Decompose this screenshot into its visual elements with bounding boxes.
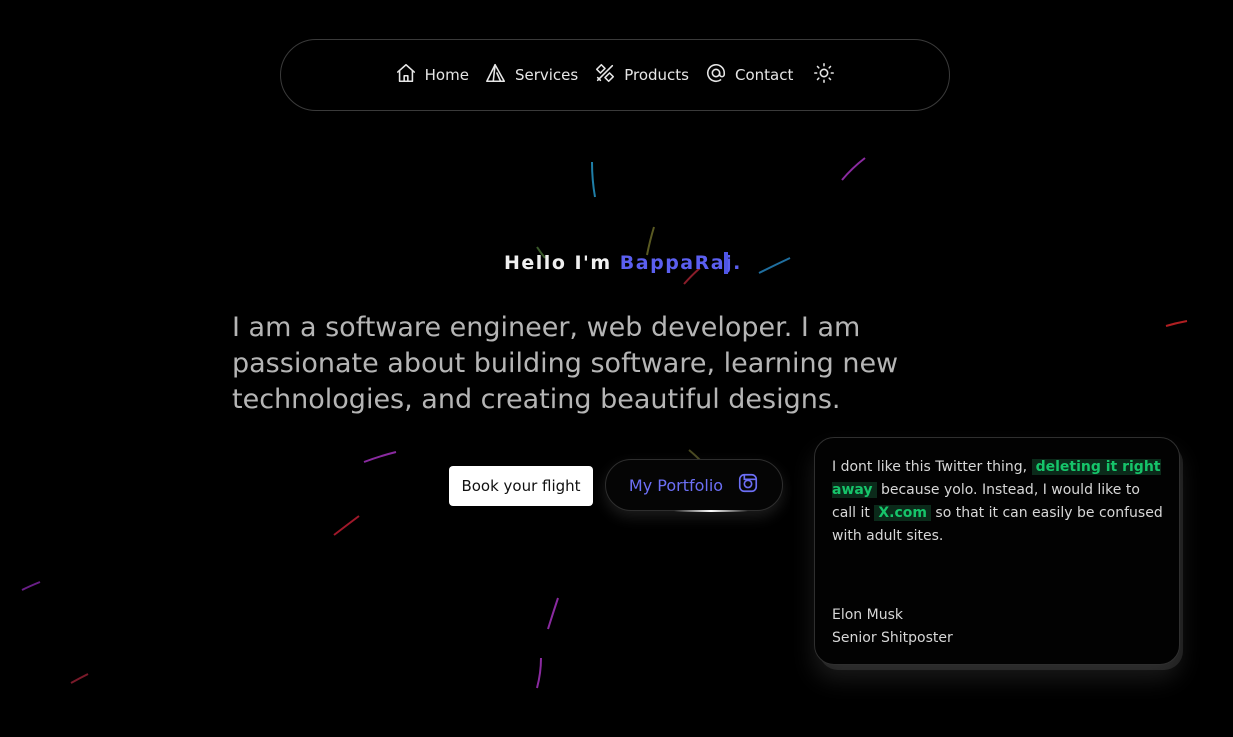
home-icon [395, 62, 417, 88]
instagram-icon [737, 472, 759, 498]
nav-item-label: Contact [734, 66, 794, 84]
quote-highlight: X.com [874, 505, 931, 521]
quote-author-role: Senior Shitposter [832, 630, 953, 646]
nav-item-label: Services [514, 66, 579, 84]
portfolio-button-label: My Portfolio [628, 475, 724, 495]
tools-icon [594, 62, 616, 88]
theme-toggle-button[interactable] [813, 62, 835, 88]
quote-author-name: Elon Musk [832, 607, 903, 623]
triangles-icon [485, 62, 507, 88]
quote-part: I dont like this Twitter thing, [832, 459, 1032, 475]
nav-item-contact[interactable]: Contact [705, 62, 793, 88]
nav-item-services[interactable]: Services [485, 62, 578, 88]
quote-text: I dont like this Twitter thing, deleting… [832, 456, 1163, 548]
hero-greeting: Hello I'm BappaRaj. [504, 252, 742, 274]
greeting-prefix: Hello I'm [504, 252, 612, 274]
book-flight-button[interactable]: Book your flight [449, 466, 593, 506]
nav-item-home[interactable]: Home [395, 62, 469, 88]
hero-bio: I am a software engineer, web developer.… [232, 312, 899, 415]
nav-item-label: Products [624, 66, 689, 84]
nav-item-label: Home [424, 66, 469, 84]
portfolio-button[interactable]: My Portfolio [605, 459, 783, 512]
at-icon [705, 62, 727, 88]
nav-item-products[interactable]: Products [594, 62, 689, 88]
top-navbar: Home Services Products Contact [280, 39, 950, 111]
button-glow [674, 510, 748, 512]
testimonial-card: I dont like this Twitter thing, deleting… [814, 437, 1180, 665]
sun-icon [813, 62, 835, 88]
typing-cursor [724, 252, 728, 274]
quote-attribution: Elon Musk Senior Shitposter [832, 604, 953, 650]
